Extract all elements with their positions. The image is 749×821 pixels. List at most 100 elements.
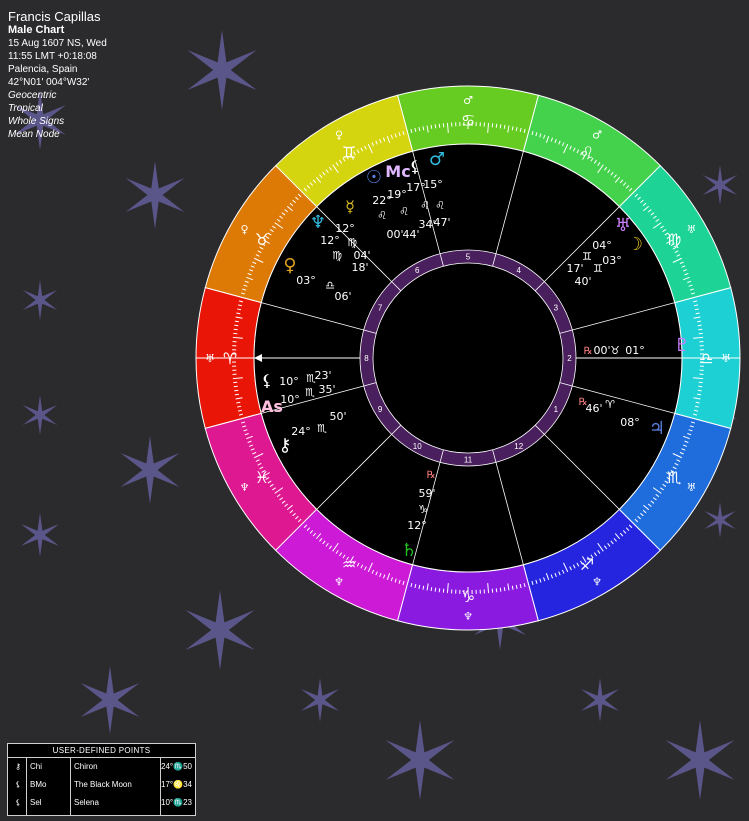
degree-tick — [503, 124, 506, 129]
planet-position-label: 50' — [329, 410, 346, 423]
planet-position-label: 03° — [296, 274, 316, 287]
planet-midheaven-icon: Mc — [385, 162, 410, 181]
planet-position-label: ♍ — [347, 236, 357, 249]
degree-tick — [430, 587, 433, 592]
degree-tick — [234, 389, 239, 392]
zodiac-sign-icon: ♓ — [255, 468, 269, 487]
house-number: 2 — [567, 354, 572, 363]
sign-ruler-icon: ♅ — [686, 481, 696, 494]
planet-position-label: ♍ — [332, 249, 342, 262]
udp-abbr: BMo — [30, 780, 47, 789]
udp-abbr: Chi — [30, 762, 43, 771]
natal-chart-wheel[interactable]: ♌♂♋♂♊♀♉♀♈♅♓♆♒♆♑♆♐♆♏♅♎ ♅♍♅123456789101112☉… — [0, 0, 749, 821]
sign-ruler-icon: ♆ — [240, 481, 250, 494]
planet-saturn-icon: ♄ — [401, 540, 417, 561]
udp-row-black-moon: ⚸ BMo The Black Moon 17°♌34 — [8, 776, 195, 794]
planet-mars-icon: ♂ — [429, 149, 445, 170]
planet-selena-icon: ⚸ — [261, 371, 273, 390]
planet-position-label: 40' — [574, 275, 591, 288]
planet-position-label: 17' — [566, 262, 583, 275]
sign-ruler-icon: ♆ — [334, 575, 344, 588]
planet-moon-icon: ☽ — [627, 234, 643, 255]
planet-position-label: ♌ — [399, 205, 409, 218]
planet-pluto-icon: ♇ — [674, 335, 690, 356]
sign-ruler-icon: ♆ — [592, 575, 602, 588]
planet-position-label: 10° — [279, 375, 299, 388]
planet-position-label: 59' — [418, 487, 435, 500]
udp-position: 24°♏50 — [161, 762, 192, 771]
planet-position-label: 03° — [602, 254, 622, 267]
zodiac-sign-icon: ♏ — [667, 468, 681, 487]
degree-tick — [234, 393, 239, 396]
house-number: 9 — [378, 405, 383, 414]
planet-position-label: ♌ — [420, 199, 430, 212]
degree-tick — [697, 393, 702, 396]
house-number: 10 — [413, 442, 422, 451]
chiron-icon: ⚷ — [15, 762, 21, 771]
degree-tick — [234, 320, 239, 323]
degree-tick — [697, 389, 702, 392]
planet-position-label: 24° — [291, 425, 311, 438]
black-moon-icon: ⚸ — [15, 780, 21, 789]
planet-position-label: ♎ — [325, 279, 335, 292]
udp-position: 17°♌34 — [161, 780, 192, 789]
house-number: 1 — [554, 405, 559, 414]
sign-ruler-icon: ♆ — [463, 610, 473, 623]
planet-position-label: 44' — [402, 228, 419, 241]
planet-position-label: 12° — [320, 234, 340, 247]
degree-tick — [434, 124, 437, 129]
udp-abbr: Sel — [30, 798, 42, 807]
planet-position-label: 15° — [423, 178, 443, 191]
planet-uranus-icon: ♅ — [615, 215, 631, 236]
udp-title: USER-DEFINED POINTS — [8, 744, 195, 758]
planet-position-label: 10° — [280, 393, 300, 406]
planet-position-label: 08° — [620, 416, 640, 429]
house-number: 8 — [364, 354, 369, 363]
sign-ruler-icon: ♀ — [241, 223, 249, 236]
degree-tick — [697, 324, 702, 327]
planet-position-label: ♈ — [605, 398, 615, 411]
udp-position: 10°♏23 — [161, 798, 192, 807]
planet-position-label: 06' — [334, 290, 351, 303]
planet-position-label: ♏ — [317, 422, 327, 435]
selena-icon: ⚸ — [15, 798, 21, 807]
planet-position-label: ♏ — [305, 386, 315, 399]
planet-position-label: ℞ — [584, 346, 593, 357]
house-number: 11 — [464, 456, 473, 465]
planet-position-label: 35' — [318, 383, 335, 396]
planet-position-label: ♊ — [582, 250, 592, 263]
planet-position-label: 23' — [314, 369, 331, 382]
house-number: 7 — [378, 303, 383, 312]
degree-tick — [234, 324, 239, 327]
udp-name: Chiron — [74, 762, 98, 771]
planet-neptune-icon: ♆ — [310, 212, 326, 233]
house-number: 4 — [517, 266, 522, 275]
degree-tick — [503, 587, 506, 592]
house-number: 12 — [514, 442, 523, 451]
planet-position-label: 46' — [585, 402, 602, 415]
udp-name: The Black Moon — [74, 780, 132, 789]
user-defined-points-table: USER-DEFINED POINTS ⚷ Chi Chiron 24°♏50 … — [7, 743, 196, 816]
planet-venus-icon: ♀ — [283, 255, 296, 276]
planet-position-label: ℞ — [579, 397, 588, 408]
udp-row-selena: ⚸ Sel Selena 10°♏23 — [8, 794, 195, 812]
planet-sun-icon: ☉ — [366, 167, 382, 188]
udp-row-chiron: ⚷ Chi Chiron 24°♏50 — [8, 758, 195, 776]
planet-position-label: 00' — [386, 228, 403, 241]
planet-position-label: ♑ — [418, 503, 428, 516]
sign-ruler-icon: ♂ — [592, 129, 602, 142]
planet-position-label: ♌ — [435, 199, 445, 212]
degree-tick — [697, 320, 702, 323]
planet-position-label: 19° — [387, 188, 407, 201]
udp-name: Selena — [74, 798, 99, 807]
planet-position-label: ♊ — [593, 262, 603, 275]
planet-position-label: ♌ — [377, 209, 387, 222]
planet-position-label: ℞ — [427, 470, 436, 481]
planet-position-label: 12° — [407, 519, 427, 532]
planet-black-moon-icon: ⚸ — [409, 157, 421, 176]
planet-position-label: 18' — [351, 261, 368, 274]
planet-position-label: 00' — [593, 344, 610, 357]
degree-tick — [430, 124, 433, 129]
planet-position-label: ♉ — [610, 344, 620, 357]
sign-ruler-icon: ♀ — [335, 129, 343, 142]
